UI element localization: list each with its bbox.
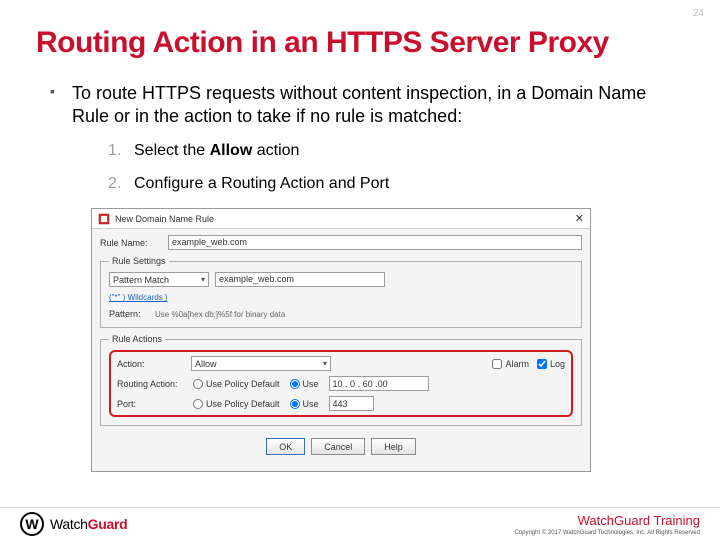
rule-name-label: Rule Name: xyxy=(100,238,162,248)
match-value-input[interactable]: example_web.com xyxy=(215,272,385,287)
port-input[interactable]: 443 xyxy=(329,396,374,411)
routing-default-radio[interactable]: Use Policy Default xyxy=(193,379,280,389)
close-icon[interactable]: ✕ xyxy=(575,212,584,225)
footer-right: WatchGuard Training Copyright © 2017 Wat… xyxy=(514,513,700,536)
routing-ip-input[interactable]: 10 . 0 . 60 .00 xyxy=(329,376,429,391)
dialog-body: Rule Name: example_web.com Rule Settings… xyxy=(92,229,590,471)
highlight-box: Action: Allow▾ Alarm Log Routing Action:… xyxy=(109,350,573,417)
chevron-down-icon: ▾ xyxy=(323,359,327,368)
logo-mark-icon: W xyxy=(20,512,44,536)
dialog-button-bar: OK Cancel Help xyxy=(100,432,582,463)
page-number: 24 xyxy=(693,8,704,19)
alarm-checkbox[interactable]: Alarm xyxy=(492,359,529,369)
slide-footer: W WatchGuard WatchGuard Training Copyrig… xyxy=(0,507,720,540)
help-button[interactable]: Help xyxy=(371,438,416,455)
dialog-window: New Domain Name Rule ✕ Rule Name: exampl… xyxy=(91,208,591,472)
copyright-text: Copyright © 2017 WatchGuard Technologies… xyxy=(514,530,700,536)
cancel-button[interactable]: Cancel xyxy=(311,438,365,455)
chevron-down-icon: ▾ xyxy=(201,275,205,284)
wildcard-hint-link[interactable]: ("*" ) Wildcards ) xyxy=(109,293,573,302)
action-select[interactable]: Allow▾ xyxy=(191,356,331,371)
dialog-app-icon xyxy=(98,213,110,225)
action-label: Action: xyxy=(117,359,183,369)
port-default-radio[interactable]: Use Policy Default xyxy=(193,399,280,409)
slide: 24 Routing Action in an HTTPS Server Pro… xyxy=(0,0,720,540)
routing-use-radio[interactable]: Use xyxy=(290,379,319,389)
port-label: Port: xyxy=(117,399,183,409)
port-use-radio[interactable]: Use xyxy=(290,399,319,409)
bullet-item: To route HTTPS requests without content … xyxy=(50,82,684,194)
brand-logo: W WatchGuard xyxy=(20,512,127,536)
brand-wordmark: WatchGuard xyxy=(50,516,127,532)
match-type-select[interactable]: Pattern Match▾ xyxy=(109,272,209,287)
slide-title: Routing Action in an HTTPS Server Proxy xyxy=(36,26,684,60)
dialog-titlebar: New Domain Name Rule ✕ xyxy=(92,209,590,229)
routing-action-label: Routing Action: xyxy=(117,379,183,389)
dialog-title-text: New Domain Name Rule xyxy=(115,214,214,224)
log-checkbox[interactable]: Log xyxy=(537,359,565,369)
step-2: Configure a Routing Action and Port xyxy=(108,174,684,195)
rule-actions-group: Rule Actions Action: Allow▾ Alarm Log Ro… xyxy=(100,334,582,426)
pattern-label: Pattern: xyxy=(109,309,149,319)
bullet-text: To route HTTPS requests without content … xyxy=(72,83,646,126)
ok-button[interactable]: OK xyxy=(266,438,305,455)
rule-settings-legend: Rule Settings xyxy=(109,256,169,266)
rule-settings-group: Rule Settings Pattern Match▾ example_web… xyxy=(100,256,582,328)
pattern-hint: Use %0a[hex db:]%5f for binary data xyxy=(155,310,285,319)
rule-actions-legend: Rule Actions xyxy=(109,334,165,344)
training-label: WatchGuard Training xyxy=(514,513,700,528)
rule-name-input[interactable]: example_web.com xyxy=(168,235,582,250)
bullet-list: To route HTTPS requests without content … xyxy=(36,82,684,194)
step-1: Select the Allow action xyxy=(108,141,684,162)
steps-list: Select the Allow action Configure a Rout… xyxy=(72,141,684,195)
